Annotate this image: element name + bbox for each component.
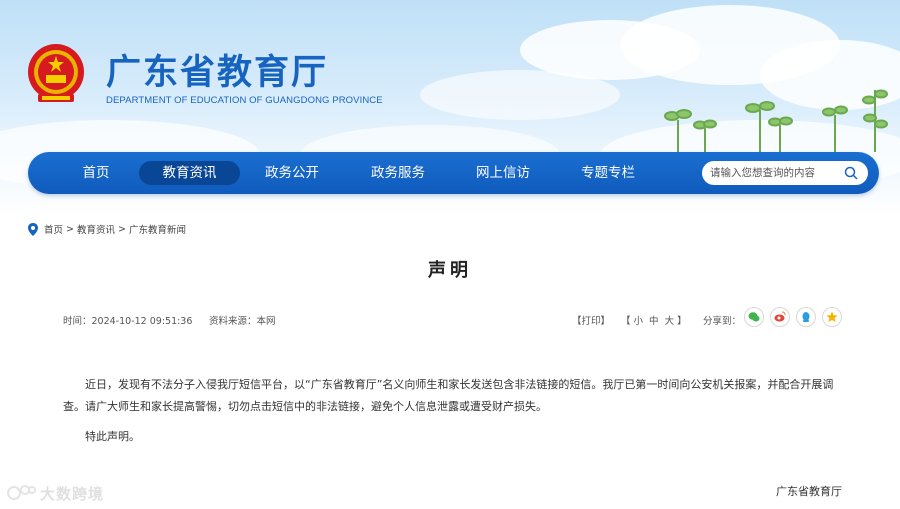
search-icon[interactable] bbox=[844, 166, 858, 180]
watermark: 大数跨境 bbox=[6, 480, 104, 506]
watermark-logo-icon bbox=[7, 485, 36, 500]
article-signature: 广东省教育厅 bbox=[776, 485, 842, 498]
breadcrumb-guangdong-news[interactable]: 广东教育新闻 bbox=[129, 222, 186, 236]
share-label: 分享到： bbox=[703, 316, 742, 327]
nav-item-gov-affairs[interactable]: 政务公开 bbox=[257, 161, 327, 185]
site-subtitle: DEPARTMENT OF EDUCATION OF GUANGDONG PRO… bbox=[106, 95, 383, 106]
breadcrumb-separator: > bbox=[118, 223, 126, 235]
site-title: 广东省教育厅 bbox=[106, 53, 329, 93]
qq-icon[interactable] bbox=[796, 307, 816, 327]
main-nav: 首页 教育资讯 政务公开 政务服务 网上信访 专题专栏 bbox=[28, 152, 879, 194]
nav-item-gov-services[interactable]: 政务服务 bbox=[363, 161, 433, 185]
wechat-icon[interactable] bbox=[744, 307, 764, 327]
watermark-text: 大数跨境 bbox=[40, 484, 105, 503]
nav-item-special-topics[interactable]: 专题专栏 bbox=[573, 161, 643, 185]
article-meta: 时间：2024-10-12 09:51:36 资料来源：本网 【打印】 【 小 … bbox=[63, 307, 843, 327]
qzone-icon[interactable] bbox=[822, 307, 842, 327]
national-emblem-icon bbox=[28, 44, 84, 102]
breadcrumb-home[interactable]: 首页 bbox=[44, 222, 63, 236]
nav-item-home[interactable]: 首页 bbox=[66, 161, 126, 185]
publish-time: 时间：2024-10-12 09:51:36 bbox=[63, 316, 193, 327]
breadcrumb-separator: > bbox=[66, 223, 74, 235]
weibo-icon[interactable] bbox=[770, 307, 790, 327]
article-paragraph: 近日，发现有不法分子入侵我厅短信平台，以“广东省教育厅”名义向师生和家长发送包含… bbox=[63, 378, 834, 413]
article-title: 声明 bbox=[428, 260, 472, 281]
font-size-selector[interactable]: 【 小 中 大 】 bbox=[621, 313, 687, 327]
search-input[interactable] bbox=[710, 163, 840, 183]
breadcrumb-education-news[interactable]: 教育资讯 bbox=[77, 222, 115, 236]
print-link[interactable]: 【打印】 bbox=[572, 313, 610, 327]
location-pin-icon bbox=[28, 222, 38, 236]
article-paragraph: 特此声明。 bbox=[85, 430, 140, 443]
nav-item-online-petition[interactable]: 网上信访 bbox=[468, 161, 538, 185]
nav-item-education-news[interactable]: 教育资讯 bbox=[139, 161, 240, 185]
search-box bbox=[702, 161, 868, 185]
sprout-decoration bbox=[664, 89, 888, 152]
source: 资料来源：本网 bbox=[209, 316, 276, 327]
breadcrumb: 首页 > 教育资讯 > 广东教育新闻 bbox=[28, 222, 189, 236]
